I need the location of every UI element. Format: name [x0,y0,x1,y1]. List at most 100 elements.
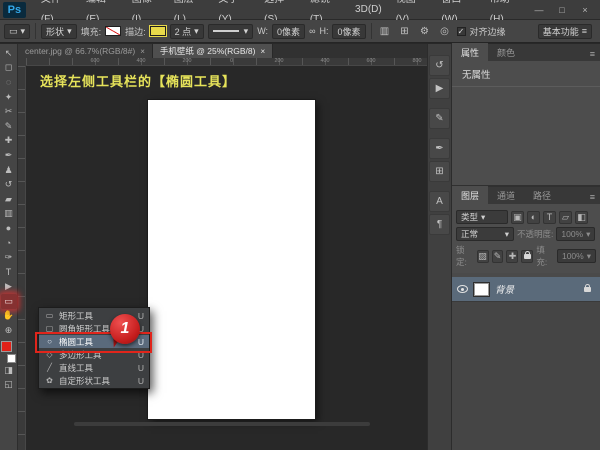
path-selection-tool[interactable]: ▶ [1,280,17,295]
lock-position-icon[interactable]: ✚ [506,250,518,263]
healing-brush-tool[interactable]: ✚ [1,134,17,149]
tab-paths[interactable]: 路径 [524,186,560,204]
canvas-area[interactable]: 选择左侧工具栏的【椭圆工具】 [26,66,427,450]
panel-menu-icon[interactable]: ≡ [585,189,600,204]
hand-tool[interactable]: ✋ [1,309,17,324]
clone-source-panel-button[interactable]: ⊞ [429,161,450,182]
eraser-tool[interactable]: ▰ [1,192,17,207]
gradient-tool-icon: ▥ [4,209,13,218]
filter-smart-objects-icon[interactable]: ◧ [575,211,588,224]
tool-mode-select[interactable]: 形状 ▾ [41,24,77,39]
quick-mask-toggle[interactable]: ◨ [1,363,17,378]
stroke-width-select[interactable]: 2 点 ▾ [170,24,204,39]
screen-mode-toggle[interactable]: ◱ [1,377,17,392]
brush-panel-button[interactable]: ✒ [429,138,450,159]
clone-stamp-tool[interactable]: ♟ [1,163,17,178]
crop-tool[interactable]: ✂ [1,104,17,119]
background-color-swatch[interactable] [7,354,16,363]
stroke-swatch[interactable] [150,26,166,36]
pen-tool[interactable]: ✑ [1,250,17,265]
brush-tool[interactable]: ✒ [1,148,17,163]
lock-fill-row: 锁定: ▨ ✎ ✚ 填充: 100% ▾ [456,244,596,268]
minimize-button[interactable]: — [529,3,549,16]
blend-mode-select[interactable]: 正常 ▾ [456,227,514,241]
document-tab-phone-wallpaper[interactable]: 手机壁纸 @ 25%(RGB/8) × [153,44,273,58]
rectangle-tool[interactable]: ▭ [1,294,17,309]
actions-panel-button[interactable]: ▶ [429,78,450,99]
height-input[interactable]: 0像素 [332,24,365,39]
fill-value: 100% [562,251,584,261]
rectangle-tool-icon: ▭ [4,297,13,306]
tab-properties[interactable]: 属性 [452,43,488,61]
paragraph-panel-button[interactable]: ¶ [429,214,450,235]
tool-preset-picker[interactable]: ▭ ▾ [4,24,30,39]
fill-swatch[interactable] [105,26,121,36]
dodge-tool[interactable]: ◔ [1,236,17,251]
layer-thumbnail[interactable] [474,283,489,296]
maximize-button[interactable]: □ [552,3,572,16]
filter-shape-layers-icon[interactable]: ▱ [559,211,572,224]
layer-filter-row: 类型 ▾ ▣ ◐ T ▱ ◧ [456,210,596,224]
lock-all-icon[interactable] [521,250,533,263]
blur-tool[interactable]: ● [1,221,17,236]
path-operations-icon[interactable]: ▥ [377,24,393,39]
path-alignment-icon[interactable]: ⊞ [397,24,413,39]
lock-transparent-pixels-icon[interactable]: ▨ [477,250,489,263]
history-panel-button[interactable]: ↺ [429,55,450,76]
eyedropper-tool[interactable]: ✎ [1,119,17,134]
lock-label: 锁定: [456,244,474,268]
target-icon[interactable]: ◎ [437,24,453,39]
tab-layers[interactable]: 图层 [452,186,488,204]
rectangle-icon: ▭ [44,311,55,320]
close-tab-icon[interactable]: × [140,47,145,56]
align-edges-checkbox[interactable]: ✓ [457,27,466,36]
chevron-down-icon: ▾ [244,26,249,37]
blur-tool-icon: ● [6,224,11,233]
brush-tool-icon: ✒ [5,151,13,160]
type-tool[interactable]: T [1,265,17,280]
tab-channels[interactable]: 通道 [488,186,524,204]
filter-adjustment-layers-icon[interactable]: ◐ [527,211,540,224]
notes-panel-button[interactable]: ✎ [429,108,450,129]
quick-selection-tool[interactable]: ✦ [1,90,17,105]
horizontal-scrollbar[interactable] [74,422,370,426]
layer-row-background[interactable]: 背景 [452,277,600,301]
workspace-switcher[interactable]: 基本功能 ≡ [538,24,592,39]
foreground-color-swatch[interactable] [1,341,12,352]
zoom-tool[interactable]: ⊕ [1,323,17,338]
stroke-type-select[interactable]: ▾ [208,24,254,39]
ruler-corner [18,58,26,66]
close-tab-icon[interactable]: × [260,47,265,56]
history-brush-tool[interactable]: ↺ [1,177,17,192]
opacity-input[interactable]: 100% ▾ [556,227,595,241]
lock-image-pixels-icon[interactable]: ✎ [492,250,504,263]
move-tool[interactable]: ↖ [1,46,17,61]
fill-input[interactable]: 100% ▾ [557,249,596,263]
width-input[interactable]: 0像素 [272,24,305,39]
geometry-options-gear-icon[interactable]: ⚙ [417,24,433,39]
clone-stamp-tool-icon: ♟ [4,166,12,175]
panel-menu-icon[interactable]: ≡ [585,46,600,61]
document-canvas[interactable] [148,100,315,419]
instruction-text: 选择左侧工具栏的【椭圆工具】 [40,71,236,90]
tab-color[interactable]: 颜色 [488,43,524,61]
filter-pixel-layers-icon[interactable]: ▣ [511,211,524,224]
link-dimensions-icon[interactable]: ∞ [309,26,315,36]
menu-3d[interactable]: 3D(D) [348,0,389,20]
menu-item-label: 矩形工具 [59,310,93,322]
filter-type-layers-icon[interactable]: T [543,211,556,224]
layer-visibility-eye-icon[interactable] [457,285,468,293]
close-button[interactable]: × [575,3,595,16]
layers-panel-controls: 类型 ▾ ▣ ◐ T ▱ ◧ 正常 ▾ 不透明度: 100% ▾ [452,204,600,273]
crop-tool-icon: ✂ [5,107,13,116]
character-panel-button[interactable]: A [429,191,450,212]
menu-item-custom-shape-tool[interactable]: ✿ 自定形状工具 U [39,374,149,387]
filter-kind-select[interactable]: 类型 ▾ [456,210,508,224]
lasso-tool[interactable]: ◌ [1,75,17,90]
layers-panel-empty-area [452,301,600,450]
menu-item-line-tool[interactable]: ╱ 直线工具 U [39,361,149,374]
chevron-down-icon: ▾ [67,26,72,37]
gradient-tool[interactable]: ▥ [1,207,17,222]
marquee-tool[interactable]: ◻ [1,61,17,76]
document-tab-center-jpg[interactable]: center.jpg @ 66.7%(RGB/8#) × [18,44,153,58]
